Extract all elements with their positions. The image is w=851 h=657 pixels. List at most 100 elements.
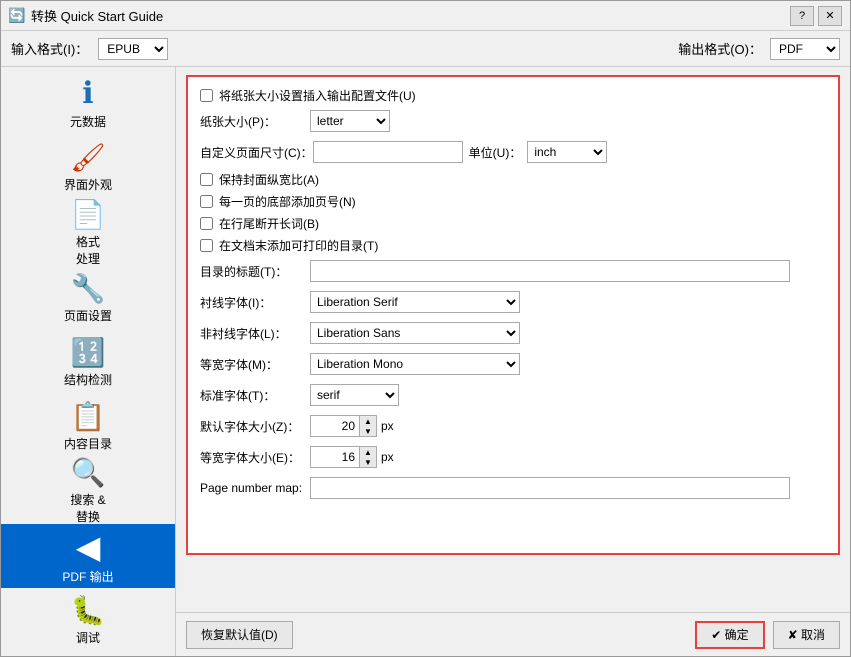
sidebar-pdf-label: PDF 输出: [62, 568, 113, 585]
cancel-button[interactable]: ✘ 取消: [773, 621, 840, 649]
format-icon: 📄: [68, 198, 108, 231]
sidebar-look-feel-label: 界面外观: [64, 176, 112, 193]
debug-icon: 🐛: [68, 594, 108, 627]
checkbox-page-num[interactable]: [200, 195, 213, 208]
sidebar-debug-label: 调试: [76, 629, 100, 646]
help-button[interactable]: ?: [790, 6, 814, 26]
sidebar-page-label: 页面设置: [64, 307, 112, 324]
checkbox-cover-ratio-row: 保持封面纵宽比(A): [200, 171, 826, 188]
sidebar-search-label: 搜索 &替换: [70, 491, 105, 525]
sidebar-toc-label: 内容目录: [64, 435, 112, 452]
unit-select[interactable]: inch mm cm pt: [527, 141, 607, 163]
sidebar-item-structure[interactable]: 🔢 结构检测: [1, 330, 175, 394]
base-font-select[interactable]: serif sans-serif monospace: [310, 384, 399, 406]
footer-right: ✔ 确定 ✘ 取消: [695, 621, 840, 649]
default-font-size-input[interactable]: [310, 415, 360, 437]
input-format-label: 输入格式(I)：: [11, 39, 88, 58]
sidebar-item-look-feel[interactable]: 🖌 界面外观: [1, 135, 175, 199]
mono-font-size-btns: ▲ ▼: [360, 446, 377, 468]
checkbox-print-toc-row: 在文档末添加可打印的目录(T): [200, 237, 826, 254]
checkbox-paper-size[interactable]: [200, 89, 213, 102]
restore-defaults-button[interactable]: 恢复默认值(D): [186, 621, 293, 649]
output-format-label: 输出格式(O)：: [678, 39, 762, 58]
form-area: 将纸张大小设置插入输出配置文件(U) 纸张大小(P)： letter A4 A5…: [186, 75, 840, 555]
sidebar-item-debug[interactable]: 🐛 调试: [1, 588, 175, 652]
look-feel-icon: 🖌: [68, 141, 108, 174]
mono-font-size-label: 等宽字体大小(E)：: [200, 449, 310, 466]
mono-font-size-input[interactable]: [310, 446, 360, 468]
sidebar-item-search[interactable]: 🔍 搜索 &替换: [1, 458, 175, 525]
sans-font-select[interactable]: Liberation Sans Arial Helvetica: [310, 322, 520, 344]
sidebar: ℹ 元数据 🖌 界面外观 📄 格式处理 🔧 页面设置 🔢 结构检测 📋: [1, 67, 176, 656]
serif-font-label: 衬线字体(I)：: [200, 294, 310, 311]
toolbar: 输入格式(I)： EPUB MOBI AZW3 DOCX HTML PDF TX…: [1, 31, 850, 67]
sidebar-item-metadata[interactable]: ℹ 元数据: [1, 71, 175, 135]
output-format-select[interactable]: PDF EPUB MOBI AZW3 DOCX HTML TXT: [770, 38, 840, 60]
sidebar-item-page[interactable]: 🔧 页面设置: [1, 266, 175, 330]
default-font-size-row: 默认字体大小(Z)： ▲ ▼ px: [200, 414, 826, 438]
metadata-icon: ℹ: [68, 76, 108, 111]
default-font-size-down[interactable]: ▼: [360, 426, 376, 436]
base-font-label: 标准字体(T)：: [200, 387, 310, 404]
checkbox-cover-ratio[interactable]: [200, 173, 213, 186]
main-window: 🔄 转换 Quick Start Guide ? ✕ 输入格式(I)： EPUB…: [0, 0, 851, 657]
pdf-output-icon: ◀: [68, 528, 108, 566]
paper-size-select[interactable]: letter A4 A5 A3 B5 legal: [310, 110, 390, 132]
close-button[interactable]: ✕: [818, 6, 842, 26]
mono-font-size-unit: px: [381, 450, 394, 464]
base-font-row: 标准字体(T)： serif sans-serif monospace: [200, 383, 826, 407]
toc-title-input[interactable]: [310, 260, 790, 282]
toc-icon: 📋: [68, 400, 108, 433]
mono-font-size-down[interactable]: ▼: [360, 457, 376, 467]
page-number-map-row: Page number map:: [200, 476, 826, 500]
mono-font-size-up[interactable]: ▲: [360, 447, 376, 457]
page-number-map-label: Page number map:: [200, 481, 310, 495]
checkbox-paper-size-label: 将纸张大小设置插入输出配置文件(U): [219, 87, 416, 104]
checkbox-paper-size-row: 将纸张大小设置插入输出配置文件(U): [200, 87, 826, 104]
sans-font-label: 非衬线字体(L)：: [200, 325, 310, 342]
sidebar-structure-label: 结构检测: [64, 371, 112, 388]
custom-page-row: 自定义页面尺寸(C)： 单位(U)： inch mm cm pt: [200, 140, 826, 164]
search-icon: 🔍: [68, 456, 108, 489]
serif-font-select[interactable]: Liberation Serif Times New Roman Georgia: [310, 291, 520, 313]
paper-size-label: 纸张大小(P)：: [200, 113, 310, 130]
window-controls: ? ✕: [790, 6, 842, 26]
mono-font-size-row: 等宽字体大小(E)： ▲ ▼ px: [200, 445, 826, 469]
default-font-size-btns: ▲ ▼: [360, 415, 377, 437]
ok-button[interactable]: ✔ 确定: [695, 621, 764, 649]
content-scroll[interactable]: 将纸张大小设置插入输出配置文件(U) 纸张大小(P)： letter A4 A5…: [176, 67, 850, 612]
content-panel: 将纸张大小设置插入输出配置文件(U) 纸张大小(P)： letter A4 A5…: [176, 67, 850, 656]
serif-font-row: 衬线字体(I)： Liberation Serif Times New Roma…: [200, 290, 826, 314]
title-bar: 🔄 转换 Quick Start Guide ? ✕: [1, 1, 850, 31]
page-number-map-input[interactable]: [310, 477, 790, 499]
window-title: 转换 Quick Start Guide: [31, 6, 790, 25]
default-font-size-spinner: ▲ ▼ px: [310, 415, 394, 437]
input-format-select[interactable]: EPUB MOBI AZW3 DOCX HTML PDF TXT: [98, 38, 168, 60]
checkbox-print-toc-label: 在文档末添加可打印的目录(T): [219, 237, 378, 254]
custom-page-input[interactable]: [313, 141, 463, 163]
paper-size-row: 纸张大小(P)： letter A4 A5 A3 B5 legal: [200, 109, 826, 133]
sans-font-row: 非衬线字体(L)： Liberation Sans Arial Helvetic…: [200, 321, 826, 345]
checkbox-break[interactable]: [200, 217, 213, 230]
sidebar-metadata-label: 元数据: [70, 113, 106, 130]
mono-font-size-spinner: ▲ ▼ px: [310, 446, 394, 468]
sidebar-item-pdf-output[interactable]: ◀ PDF 输出: [1, 524, 175, 588]
mono-font-row: 等宽字体(M)： Liberation Mono Courier New Cou…: [200, 352, 826, 376]
checkbox-cover-ratio-label: 保持封面纵宽比(A): [219, 171, 319, 188]
main-content: ℹ 元数据 🖌 界面外观 📄 格式处理 🔧 页面设置 🔢 结构检测 📋: [1, 67, 850, 656]
default-font-size-up[interactable]: ▲: [360, 416, 376, 426]
unit-label-text: 单位(U)：: [469, 144, 522, 161]
checkbox-page-num-row: 每一页的底部添加页号(N): [200, 193, 826, 210]
structure-icon: 🔢: [68, 336, 108, 369]
page-icon: 🔧: [68, 272, 108, 305]
checkbox-page-num-label: 每一页的底部添加页号(N): [219, 193, 356, 210]
checkbox-print-toc[interactable]: [200, 239, 213, 252]
sidebar-item-format[interactable]: 📄 格式处理: [1, 199, 175, 266]
toolbar-right: 输出格式(O)： PDF EPUB MOBI AZW3 DOCX HTML TX…: [678, 38, 840, 60]
toc-title-row: 目录的标题(T)：: [200, 259, 826, 283]
mono-font-select[interactable]: Liberation Mono Courier New Courier: [310, 353, 520, 375]
sidebar-item-toc[interactable]: 📋 内容目录: [1, 394, 175, 458]
custom-page-label: 自定义页面尺寸(C)：: [200, 144, 313, 161]
checkbox-break-label: 在行尾断开长词(B): [219, 215, 319, 232]
toc-title-label: 目录的标题(T)：: [200, 263, 310, 280]
